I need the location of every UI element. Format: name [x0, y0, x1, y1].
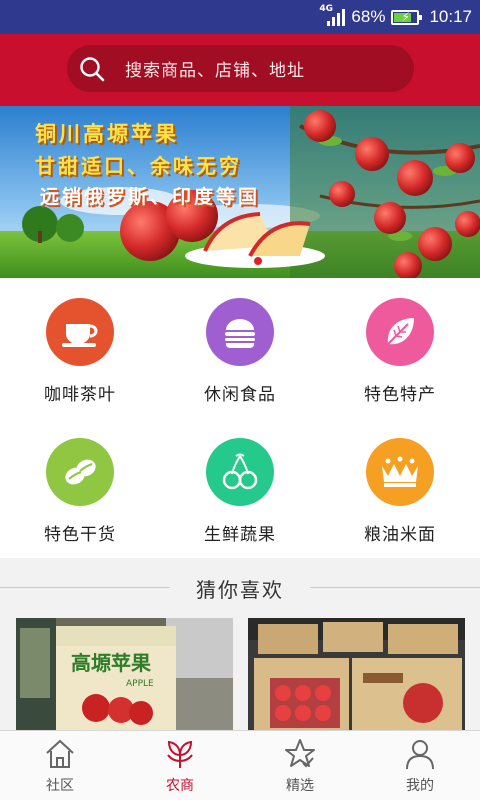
banner-slogan: 甘甜适口、余味无穷 — [35, 154, 242, 178]
burger-icon — [206, 298, 274, 366]
tab-agriculture[interactable]: 农商 — [120, 731, 240, 800]
star-icon — [285, 739, 315, 768]
person-icon — [406, 740, 434, 770]
tab-label: 精选 — [286, 778, 314, 794]
banner-subline: 远销俄罗斯、印度等国 — [40, 186, 261, 208]
wheat-icon — [366, 438, 434, 506]
tab-profile[interactable]: 我的 — [360, 731, 480, 800]
beans-icon — [46, 438, 114, 506]
recommend-section-header: 猜你喜欢 — [0, 558, 480, 618]
bottom-nav: 社区 农商 精选 我的 — [0, 730, 480, 800]
battery-percent: 68% — [351, 7, 386, 26]
cherries-icon — [206, 438, 274, 506]
clock: 10:17 — [429, 7, 472, 26]
signal-icon: 4G — [319, 4, 346, 28]
tab-label: 社区 — [46, 778, 74, 794]
box-brand-text: 高塬苹果 — [71, 651, 151, 675]
category-label: 生鲜蔬果 — [204, 525, 276, 545]
plant-icon — [167, 740, 193, 768]
home-icon — [46, 739, 74, 768]
status-bar: 4G 68% ⚡ 10:17 — [0, 0, 480, 34]
apple-crates-photo — [248, 618, 465, 734]
tab-community[interactable]: 社区 — [0, 731, 120, 800]
category-grid: 咖啡茶叶 休闲食品 特色特产 特色干货 生鲜蔬果 粮油米面 — [0, 278, 480, 558]
product-card-1[interactable]: 高塬苹果 APPLE — [16, 618, 233, 734]
category-grain-oil[interactable]: 粮油米面 — [320, 418, 480, 558]
category-snacks[interactable]: 休闲食品 — [160, 278, 320, 418]
promo-banner[interactable]: 铜川高塬苹果 甘甜适口、余味无穷 远销俄罗斯、印度等国 — [0, 106, 480, 278]
category-label: 特色特产 — [364, 385, 436, 405]
banner-headline: 铜川高塬苹果 — [35, 121, 179, 146]
box-sub-text: APPLE — [126, 679, 154, 689]
top-header: 搜索商品、店铺、地址 — [0, 34, 480, 106]
apple-box-photo: 高塬苹果 APPLE — [16, 618, 233, 734]
category-dried-goods[interactable]: 特色干货 — [0, 418, 160, 558]
leaf-icon — [366, 298, 434, 366]
product-card-2[interactable] — [248, 618, 465, 734]
search-icon — [80, 56, 105, 81]
coffee-cup-icon — [46, 298, 114, 366]
tab-label: 我的 — [406, 778, 434, 794]
search-bar[interactable]: 搜索商品、店铺、地址 — [67, 45, 414, 92]
search-placeholder: 搜索商品、店铺、地址 — [125, 61, 305, 81]
app-screen: 4G 68% ⚡ 10:17 搜索商品、店铺、地址 铜川高塬苹果 甘甜适口、余味… — [0, 0, 480, 800]
category-label: 粮油米面 — [364, 525, 436, 545]
category-label: 咖啡茶叶 — [44, 385, 116, 405]
tab-label: 农商 — [166, 778, 194, 794]
tab-featured[interactable]: 精选 — [240, 731, 360, 800]
category-label: 休闲食品 — [204, 385, 276, 405]
category-coffee-tea[interactable]: 咖啡茶叶 — [0, 278, 160, 418]
category-fresh-produce[interactable]: 生鲜蔬果 — [160, 418, 320, 558]
category-label: 特色干货 — [44, 525, 116, 545]
section-title: 猜你喜欢 — [182, 573, 298, 603]
battery-icon: ⚡ — [391, 9, 423, 25]
category-specialties[interactable]: 特色特产 — [320, 278, 480, 418]
